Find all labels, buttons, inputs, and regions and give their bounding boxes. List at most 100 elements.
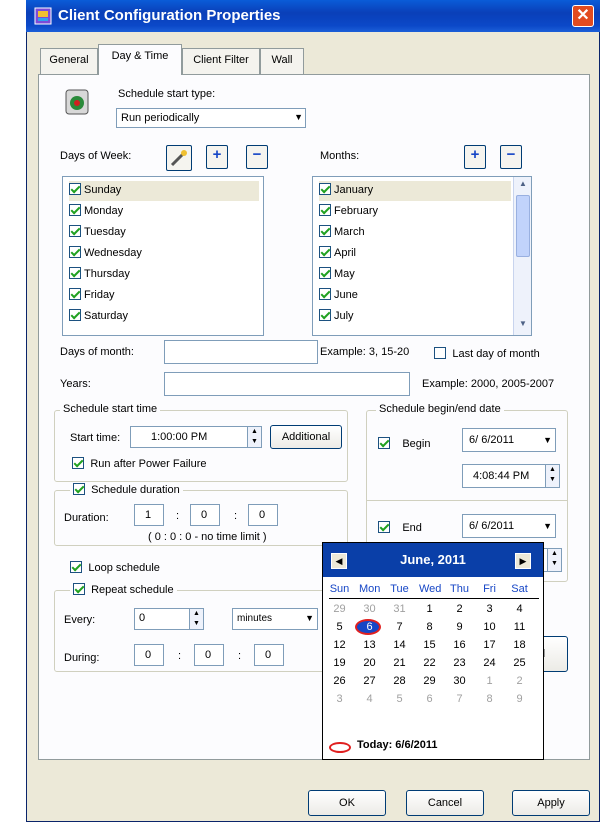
calendar-next-button[interactable]: ▶ xyxy=(515,553,531,569)
calendar-day[interactable]: 26 xyxy=(329,673,350,689)
list-item[interactable]: March xyxy=(319,223,365,243)
calendar-day[interactable]: 22 xyxy=(419,655,440,671)
during-minutes-input[interactable]: 0 xyxy=(194,644,224,666)
checkbox[interactable] xyxy=(69,309,81,321)
calendar-day[interactable]: 14 xyxy=(389,637,410,653)
close-button[interactable]: ✕ xyxy=(572,5,594,27)
list-item[interactable]: Friday xyxy=(69,286,115,306)
days-of-week-list[interactable]: Sunday Monday Tuesday Wednesday Thursday… xyxy=(62,176,264,336)
months-list[interactable]: January February March April May June Ju… xyxy=(312,176,532,336)
schedule-duration-title[interactable]: Schedule duration xyxy=(70,483,183,496)
select-all-days-button[interactable] xyxy=(166,145,192,171)
checkbox[interactable] xyxy=(319,183,331,195)
list-item[interactable]: May xyxy=(319,265,355,285)
calendar-day[interactable]: 3 xyxy=(479,601,500,617)
checkbox[interactable] xyxy=(319,309,331,321)
add-month-button[interactable]: + xyxy=(464,145,486,169)
calendar-day[interactable]: 5 xyxy=(329,619,350,635)
checkbox[interactable] xyxy=(319,225,331,237)
checkbox[interactable] xyxy=(69,225,81,237)
calendar-day[interactable]: 2 xyxy=(509,673,530,689)
checkbox[interactable] xyxy=(319,267,331,279)
last-day-of-month-checkbox[interactable]: Last day of month xyxy=(434,346,540,360)
calendar-day[interactable]: 29 xyxy=(329,601,350,617)
run-after-power-failure-checkbox[interactable]: Run after Power Failure xyxy=(72,456,207,470)
repeat-schedule-title[interactable]: Repeat schedule xyxy=(70,583,177,596)
chevron-up-icon[interactable]: ▲ xyxy=(516,179,530,193)
calendar-day[interactable]: 17 xyxy=(479,637,500,653)
remove-month-button[interactable]: − xyxy=(500,145,522,169)
calendar-day[interactable]: 9 xyxy=(449,619,470,635)
begin-time-input[interactable]: 4:08:44 PM ▲ ▼ xyxy=(462,464,560,488)
calendar-day[interactable]: 5 xyxy=(389,691,410,707)
list-item[interactable]: Thursday xyxy=(69,265,130,285)
calendar-day[interactable]: 4 xyxy=(509,601,530,617)
cancel-button[interactable]: Cancel xyxy=(406,790,484,816)
every-spinner[interactable]: ▲ ▼ xyxy=(189,609,203,629)
tab-wall[interactable]: Wall xyxy=(260,48,304,74)
apply-button[interactable]: Apply xyxy=(512,790,590,816)
calendar-day[interactable]: 27 xyxy=(359,673,380,689)
end-checkbox[interactable]: End xyxy=(378,520,422,534)
today-link[interactable]: Today: 6/6/2011 xyxy=(357,739,438,751)
calendar-day[interactable]: 19 xyxy=(329,655,350,671)
add-day-button[interactable]: + xyxy=(206,145,228,169)
checkbox[interactable] xyxy=(70,561,82,573)
start-time-input[interactable]: 1:00:00 PM ▲ ▼ xyxy=(130,426,262,448)
additional-button[interactable]: Additional xyxy=(270,425,342,449)
calendar-day[interactable]: 23 xyxy=(449,655,470,671)
begin-time-spinner[interactable]: ▲ ▼ xyxy=(545,465,559,487)
calendar-day[interactable]: 8 xyxy=(419,619,440,635)
calendar-day[interactable]: 1 xyxy=(479,673,500,689)
during-hours-input[interactable]: 0 xyxy=(134,644,164,666)
calendar-day[interactable]: 16 xyxy=(449,637,470,653)
calendar-day[interactable]: 6 xyxy=(419,691,440,707)
during-seconds-input[interactable]: 0 xyxy=(254,644,284,666)
duration-hours-input[interactable]: 1 xyxy=(134,504,164,526)
calendar-day[interactable]: 29 xyxy=(419,673,440,689)
remove-day-button[interactable]: − xyxy=(246,145,268,169)
tab-day-and-time[interactable]: Day & Time xyxy=(98,44,182,75)
list-item[interactable]: Monday xyxy=(69,202,123,222)
calendar-day[interactable]: 25 xyxy=(509,655,530,671)
calendar-day[interactable]: 20 xyxy=(359,655,380,671)
scroll-thumb[interactable] xyxy=(516,195,530,257)
begin-date-picker[interactable]: 6/ 6/2011 ▼ xyxy=(462,428,556,452)
checkbox[interactable] xyxy=(69,267,81,279)
calendar-day[interactable]: 10 xyxy=(479,619,500,635)
start-time-spinner[interactable]: ▲ ▼ xyxy=(247,427,261,447)
calendar-day[interactable]: 12 xyxy=(329,637,350,653)
list-item[interactable]: July xyxy=(319,307,354,327)
list-item[interactable]: February xyxy=(319,202,378,222)
calendar-day[interactable]: 11 xyxy=(509,619,530,635)
calendar-day[interactable]: 30 xyxy=(449,673,470,689)
calendar-prev-button[interactable]: ◀ xyxy=(331,553,347,569)
list-item[interactable]: Wednesday xyxy=(69,244,142,264)
checkbox[interactable] xyxy=(434,347,446,359)
checkbox[interactable] xyxy=(69,246,81,258)
duration-seconds-input[interactable]: 0 xyxy=(248,504,278,526)
tab-client-filter[interactable]: Client Filter xyxy=(182,48,260,74)
list-item[interactable]: April xyxy=(319,244,356,264)
checkbox[interactable] xyxy=(319,288,331,300)
checkbox[interactable] xyxy=(73,583,85,595)
checkbox[interactable] xyxy=(378,437,390,449)
calendar-day[interactable]: 21 xyxy=(389,655,410,671)
checkbox[interactable] xyxy=(73,483,85,495)
every-input[interactable]: 0 ▲ ▼ xyxy=(134,608,204,630)
list-item[interactable]: Tuesday xyxy=(69,223,126,243)
checkbox[interactable] xyxy=(69,288,81,300)
loop-schedule-checkbox[interactable]: Loop schedule xyxy=(70,560,160,574)
calendar-day[interactable]: 13 xyxy=(359,637,380,653)
calendar-dropdown[interactable]: ◀ June, 2011 ▶ Sun Mon Tue Wed Thu Fri S… xyxy=(322,542,544,760)
checkbox[interactable] xyxy=(319,246,331,258)
duration-minutes-input[interactable]: 0 xyxy=(190,504,220,526)
unit-select[interactable]: minutes ▼ xyxy=(232,608,318,630)
calendar-day[interactable]: 30 xyxy=(359,601,380,617)
checkbox[interactable] xyxy=(72,457,84,469)
calendar-day[interactable]: 28 xyxy=(389,673,410,689)
calendar-day[interactable]: 7 xyxy=(449,691,470,707)
months-scrollbar[interactable]: ▲ ▼ xyxy=(513,177,531,335)
calendar-day[interactable]: 24 xyxy=(479,655,500,671)
list-item[interactable]: Saturday xyxy=(69,307,128,327)
